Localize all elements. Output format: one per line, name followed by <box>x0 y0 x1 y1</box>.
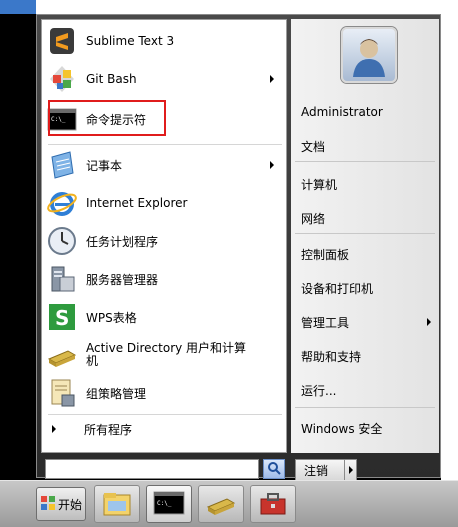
logoff-button[interactable]: 注销 <box>295 459 345 481</box>
separator <box>48 144 282 145</box>
shutdown-group: 注销 <box>295 459 357 481</box>
desktop-window-corner <box>0 0 36 14</box>
menu-network[interactable]: 网络 <box>301 205 435 231</box>
search-button[interactable] <box>263 459 285 479</box>
program-git-bash[interactable]: Git Bash <box>46 62 282 96</box>
program-server-manager[interactable]: 服务器管理器 <box>46 262 282 296</box>
separator <box>295 233 435 234</box>
submenu-arrow-icon <box>270 75 274 83</box>
program-wps-spreadsheet[interactable]: S WPS表格 <box>46 300 282 334</box>
svg-text:S: S <box>55 306 69 330</box>
separator <box>295 161 435 162</box>
taskbar: 开始 C:\_ <box>0 480 458 527</box>
program-task-scheduler[interactable]: 任务计划程序 <box>46 224 282 258</box>
start-button[interactable]: 开始 <box>36 487 86 521</box>
expand-arrow-icon <box>52 425 56 433</box>
menu-help-support[interactable]: 帮助和支持 <box>301 343 435 369</box>
user-icon <box>353 39 385 77</box>
menu-admin-tools[interactable]: 管理工具 <box>301 309 435 335</box>
menu-windows-security[interactable]: Windows 安全 <box>301 415 435 441</box>
server-manager-icon <box>46 263 78 295</box>
program-notepad[interactable]: 记事本 <box>46 148 282 182</box>
system-pane: Administrator 文档 计算机 网络 控制面板 设备和打印机 管理工具… <box>291 19 439 453</box>
svg-text:C:\_: C:\_ <box>157 500 172 507</box>
menu-documents[interactable]: 文档 <box>301 133 435 159</box>
taskbar-explorer[interactable] <box>94 485 140 523</box>
desktop-right-strip <box>441 0 458 480</box>
user-avatar[interactable] <box>341 27 397 83</box>
programs-pane: Sublime Text 3 Git Bash C:\_ 命令提示符 记事本 I… <box>41 19 287 453</box>
program-group-policy[interactable]: 组策略管理 <box>46 376 282 410</box>
taskbar-active-directory[interactable] <box>198 485 244 523</box>
group-policy-icon <box>46 377 78 409</box>
search-input[interactable] <box>45 459 259 479</box>
taskbar-toolbox[interactable] <box>250 485 296 523</box>
separator <box>295 407 435 408</box>
menu-control-panel[interactable]: 控制面板 <box>301 241 435 267</box>
program-active-directory[interactable]: Active Directory 用户和计算机 <box>46 338 282 372</box>
explorer-icon <box>102 489 132 520</box>
active-directory-icon <box>46 339 78 371</box>
program-internet-explorer[interactable]: Internet Explorer <box>46 186 282 220</box>
menu-run[interactable]: 运行... <box>301 377 435 403</box>
toolbox-icon <box>258 489 288 520</box>
search-icon <box>267 461 281 478</box>
submenu-arrow-icon <box>427 318 431 326</box>
desktop-top-strip <box>0 0 458 14</box>
menu-computer[interactable]: 计算机 <box>301 171 435 197</box>
program-sublime-text[interactable]: Sublime Text 3 <box>46 24 282 58</box>
menu-administrator[interactable]: Administrator <box>301 99 435 125</box>
wps-spreadsheet-icon: S <box>46 301 78 333</box>
all-programs-button[interactable]: 所有程序 <box>46 416 282 442</box>
submenu-arrow-icon <box>270 161 274 169</box>
git-bash-icon <box>46 63 78 95</box>
command-prompt-icon: C:\_ <box>153 490 185 519</box>
sublime-text-icon <box>46 25 78 57</box>
windows-logo-icon <box>40 495 56 514</box>
separator <box>48 414 282 415</box>
shutdown-options-button[interactable] <box>345 459 357 481</box>
taskbar-command-prompt[interactable]: C:\_ <box>146 485 192 523</box>
search-row <box>41 459 287 481</box>
active-directory-icon <box>205 489 237 520</box>
start-menu: Sublime Text 3 Git Bash C:\_ 命令提示符 记事本 I… <box>36 14 441 481</box>
internet-explorer-icon <box>46 187 78 219</box>
notepad-icon <box>46 149 78 181</box>
task-scheduler-icon <box>46 225 78 257</box>
highlight-box <box>48 100 166 136</box>
menu-devices-printers[interactable]: 设备和打印机 <box>301 275 435 301</box>
chevron-right-icon <box>348 466 353 474</box>
